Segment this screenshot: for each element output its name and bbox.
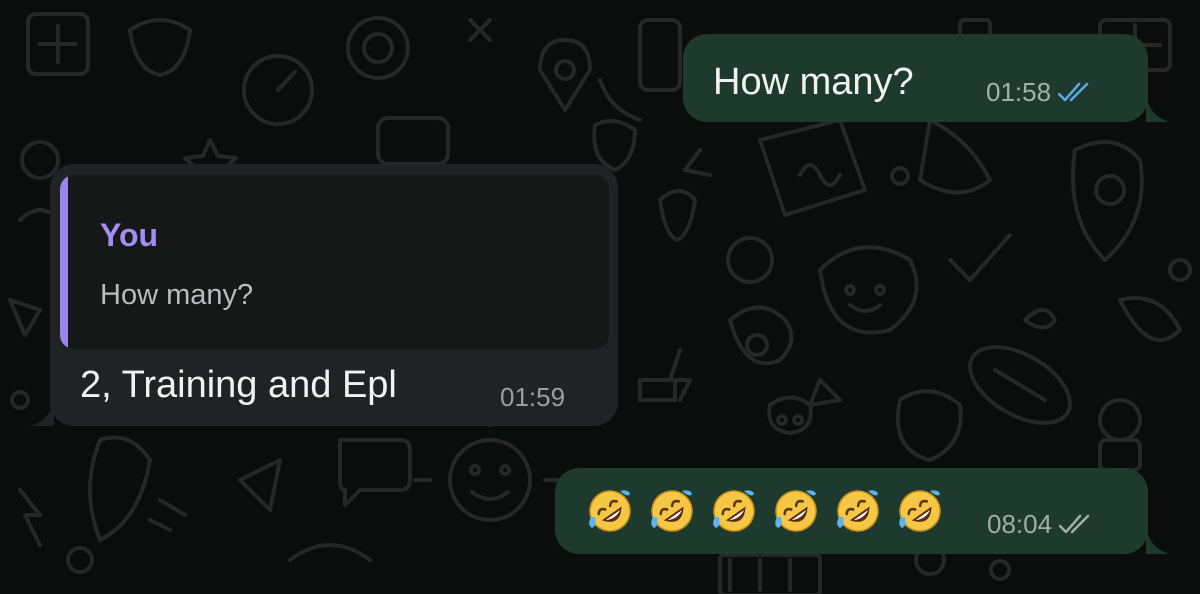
rolling-on-the-floor-laughing-emoji <box>899 490 941 532</box>
quoted-reply[interactable]: You How many? <box>60 175 609 349</box>
message-time: 08:04 <box>987 509 1053 539</box>
message-text: How many? <box>713 61 914 103</box>
bubble-tail <box>1146 524 1170 554</box>
rolling-on-the-floor-laughing-emoji <box>775 490 817 532</box>
bubble-tail <box>30 396 54 426</box>
emoji-row <box>586 487 944 535</box>
rolling-on-the-floor-laughing-emoji <box>713 490 755 532</box>
message-meta: 08:04 <box>987 511 1098 537</box>
double-check-icon <box>1057 82 1089 102</box>
bubble-tail <box>1146 92 1170 122</box>
incoming-message-bubble[interactable]: You How many? 2, Training and Epl 01:59 <box>30 164 618 426</box>
message-text: 2, Training and Epl <box>80 364 397 406</box>
outgoing-message-bubble[interactable]: 08:04 <box>555 468 1170 554</box>
rolling-on-the-floor-laughing-emoji <box>651 490 693 532</box>
rolling-on-the-floor-laughing-emoji <box>837 490 879 532</box>
outgoing-message-bubble[interactable]: How many? 01:58 <box>683 34 1170 122</box>
double-check-icon <box>1058 514 1090 534</box>
quoted-author: You <box>100 217 159 253</box>
quoted-text: How many? <box>100 279 254 311</box>
rolling-on-the-floor-laughing-emoji <box>589 490 631 532</box>
message-meta: 01:59 <box>500 384 565 410</box>
message-time: 01:59 <box>500 382 566 412</box>
message-time: 01:58 <box>986 77 1052 107</box>
message-meta: 01:58 <box>986 79 1097 105</box>
quote-accent-bar <box>60 175 68 349</box>
